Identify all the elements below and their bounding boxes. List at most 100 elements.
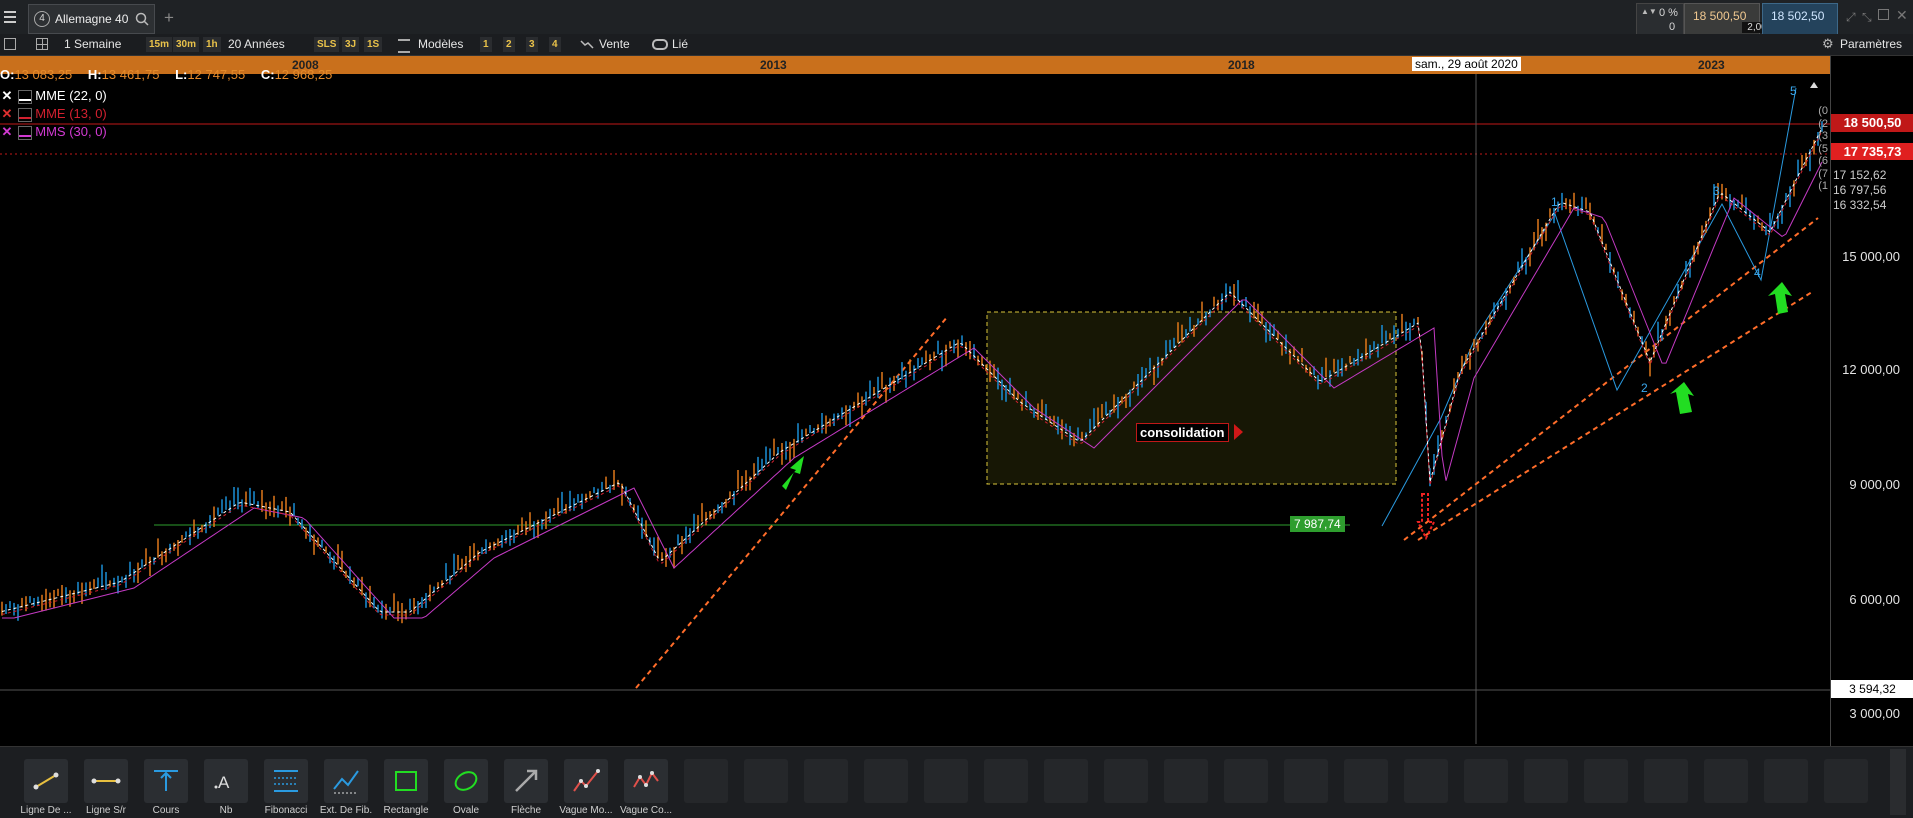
indicator-mms-30[interactable]: ✕ MMS (30, 0)	[0, 123, 107, 140]
range-select[interactable]: 20 Années	[228, 36, 285, 53]
search-icon[interactable]	[135, 12, 149, 26]
tool-label: Flèche	[510, 805, 541, 816]
settings-button[interactable]: Paramètres	[1840, 36, 1902, 53]
remove-indicator-icon[interactable]: ✕	[0, 105, 14, 122]
current-price-tag: 18 500,50	[1831, 114, 1913, 132]
consolidation-box	[986, 311, 1397, 485]
bid-price: 18 500,50	[1693, 9, 1747, 23]
quick-sls[interactable]: SLS	[314, 37, 340, 52]
tool-price-label[interactable]	[144, 759, 188, 803]
model-slot-2[interactable]: 2	[503, 37, 515, 52]
tool-text-note[interactable]: A	[204, 759, 248, 803]
arrow-icon	[515, 769, 538, 792]
maximize-icon[interactable]	[1878, 9, 1889, 20]
model-slot-1[interactable]: 1	[480, 37, 492, 52]
trend-line-icon	[33, 772, 59, 790]
layout-grid-icon[interactable]	[36, 38, 48, 50]
chart-toolbar: 1 Semaine 15m 30m 1h 20 Années SLS 3J 1S…	[0, 34, 1913, 56]
indicator-label: MME (13, 0)	[35, 106, 107, 121]
remove-indicator-icon[interactable]: ✕	[0, 123, 14, 140]
empty-tool-slot	[1104, 759, 1148, 803]
support-price-label[interactable]: 7 987,74	[1290, 516, 1345, 532]
fib-tag: (3	[1818, 130, 1828, 142]
price-label-icon	[154, 770, 178, 791]
tool-arrow[interactable]	[504, 759, 548, 803]
price-chart[interactable]: O:13 083,25 H:13 461,75 L:12 747,55 C:12…	[0, 67, 1830, 744]
instrument-tab[interactable]: 4 Allemagne 40	[28, 4, 155, 34]
trend-line	[635, 315, 949, 689]
tool-label: Rectangle	[383, 805, 429, 816]
motive-wave-icon	[573, 769, 600, 792]
tool-label: Vague Co...	[619, 805, 673, 816]
interval-30m[interactable]: 30m	[173, 37, 200, 52]
link-icon[interactable]: ⤢	[1846, 10, 1856, 25]
gear-icon[interactable]: ⚙	[1822, 36, 1834, 52]
up-arrow-icon	[1768, 282, 1792, 314]
price-axis[interactable]: 18 500,50 17 735,73 17 152,62 16 797,56 …	[1830, 56, 1913, 746]
tool-fibonacci[interactable]	[264, 759, 308, 803]
empty-tool-slot	[1524, 759, 1568, 803]
wave-label: 1	[1551, 195, 1558, 209]
indicator-color-swatch[interactable]	[17, 89, 32, 104]
sell-button[interactable]: Vente	[599, 36, 630, 53]
chart-canvas[interactable]	[0, 74, 1830, 744]
price-tick: 6 000,00	[1849, 592, 1900, 607]
model-slot-3[interactable]: 3	[526, 37, 538, 52]
period-select[interactable]: 1 Semaine	[64, 36, 121, 53]
empty-tool-slot	[804, 759, 848, 803]
minimize-icon[interactable]: ⤡	[1862, 10, 1872, 25]
list-view-icon[interactable]	[4, 38, 16, 50]
empty-tool-slot	[744, 759, 788, 803]
empty-tool-slot	[984, 759, 1028, 803]
linked-button[interactable]: Lié	[672, 36, 688, 53]
add-tab-icon[interactable]: +	[164, 8, 174, 28]
model-slot-4[interactable]: 4	[549, 37, 561, 52]
indicator-color-swatch[interactable]	[17, 107, 32, 122]
tool-trend-line[interactable]	[24, 759, 68, 803]
empty-tool-slot	[1404, 759, 1448, 803]
quick-1s[interactable]: 1S	[364, 37, 383, 52]
consolidation-label[interactable]: consolidation	[1136, 423, 1229, 442]
indicator-mme-13[interactable]: ✕ MME (13, 0)	[0, 105, 107, 122]
interval-1h[interactable]: 1h	[203, 37, 221, 52]
change-pct: 0 %	[1659, 7, 1678, 19]
crosshair-price-tag: 3 594,32	[1831, 680, 1913, 698]
tool-motive-wave[interactable]	[564, 759, 608, 803]
close-icon[interactable]: ✕	[1896, 7, 1908, 24]
low-value: 12 747,55	[187, 67, 246, 82]
elliott-wave	[1381, 87, 1797, 527]
ellipse-icon	[454, 771, 478, 791]
indicator-color-swatch[interactable]	[17, 125, 32, 140]
tool-rectangle[interactable]	[384, 759, 428, 803]
tool-label: Ext. De Fib.	[319, 805, 373, 816]
toolbar-scroll-handle[interactable]	[1890, 749, 1906, 815]
tool-ellipse[interactable]	[444, 759, 488, 803]
ma-price-tag: 17 735,73	[1831, 143, 1913, 160]
fib-tags: (0 (2 (3 (5 (6 (7 (1	[1780, 105, 1828, 193]
empty-tool-slot	[1584, 759, 1628, 803]
buy-price-box[interactable]: 18 502,50	[1762, 3, 1838, 35]
remove-indicator-icon[interactable]: ✕	[0, 87, 14, 104]
wave-label: 2	[1641, 381, 1648, 395]
wave-label: 5	[1790, 84, 1797, 98]
tool-corrective-wave[interactable]	[624, 759, 668, 803]
trend-line	[1417, 291, 1813, 541]
tool-fib-extension[interactable]	[324, 759, 368, 803]
empty-tool-slot	[1464, 759, 1508, 803]
change-arrow-icon: ▲▼	[1641, 7, 1657, 16]
interval-15m[interactable]: 15m	[146, 37, 173, 52]
hamburger-icon[interactable]	[4, 11, 16, 23]
empty-tool-slot	[1644, 759, 1688, 803]
tool-horizontal-line[interactable]	[84, 759, 128, 803]
fib-tag: (6	[1818, 155, 1828, 167]
high-label: H:	[87, 67, 102, 82]
fib-tag: (5	[1818, 142, 1828, 155]
quick-3j[interactable]: 3J	[342, 37, 360, 52]
ma-22-line	[1, 127, 1823, 613]
wave-label: 3	[1713, 184, 1720, 198]
indicator-mme-22[interactable]: ✕ MME (22, 0)	[0, 87, 107, 104]
down-arrow-icon	[1416, 493, 1436, 541]
svg-text:A: A	[218, 773, 230, 792]
wave-label: 4	[1754, 266, 1761, 280]
models-button[interactable]: Modèles	[418, 36, 463, 53]
